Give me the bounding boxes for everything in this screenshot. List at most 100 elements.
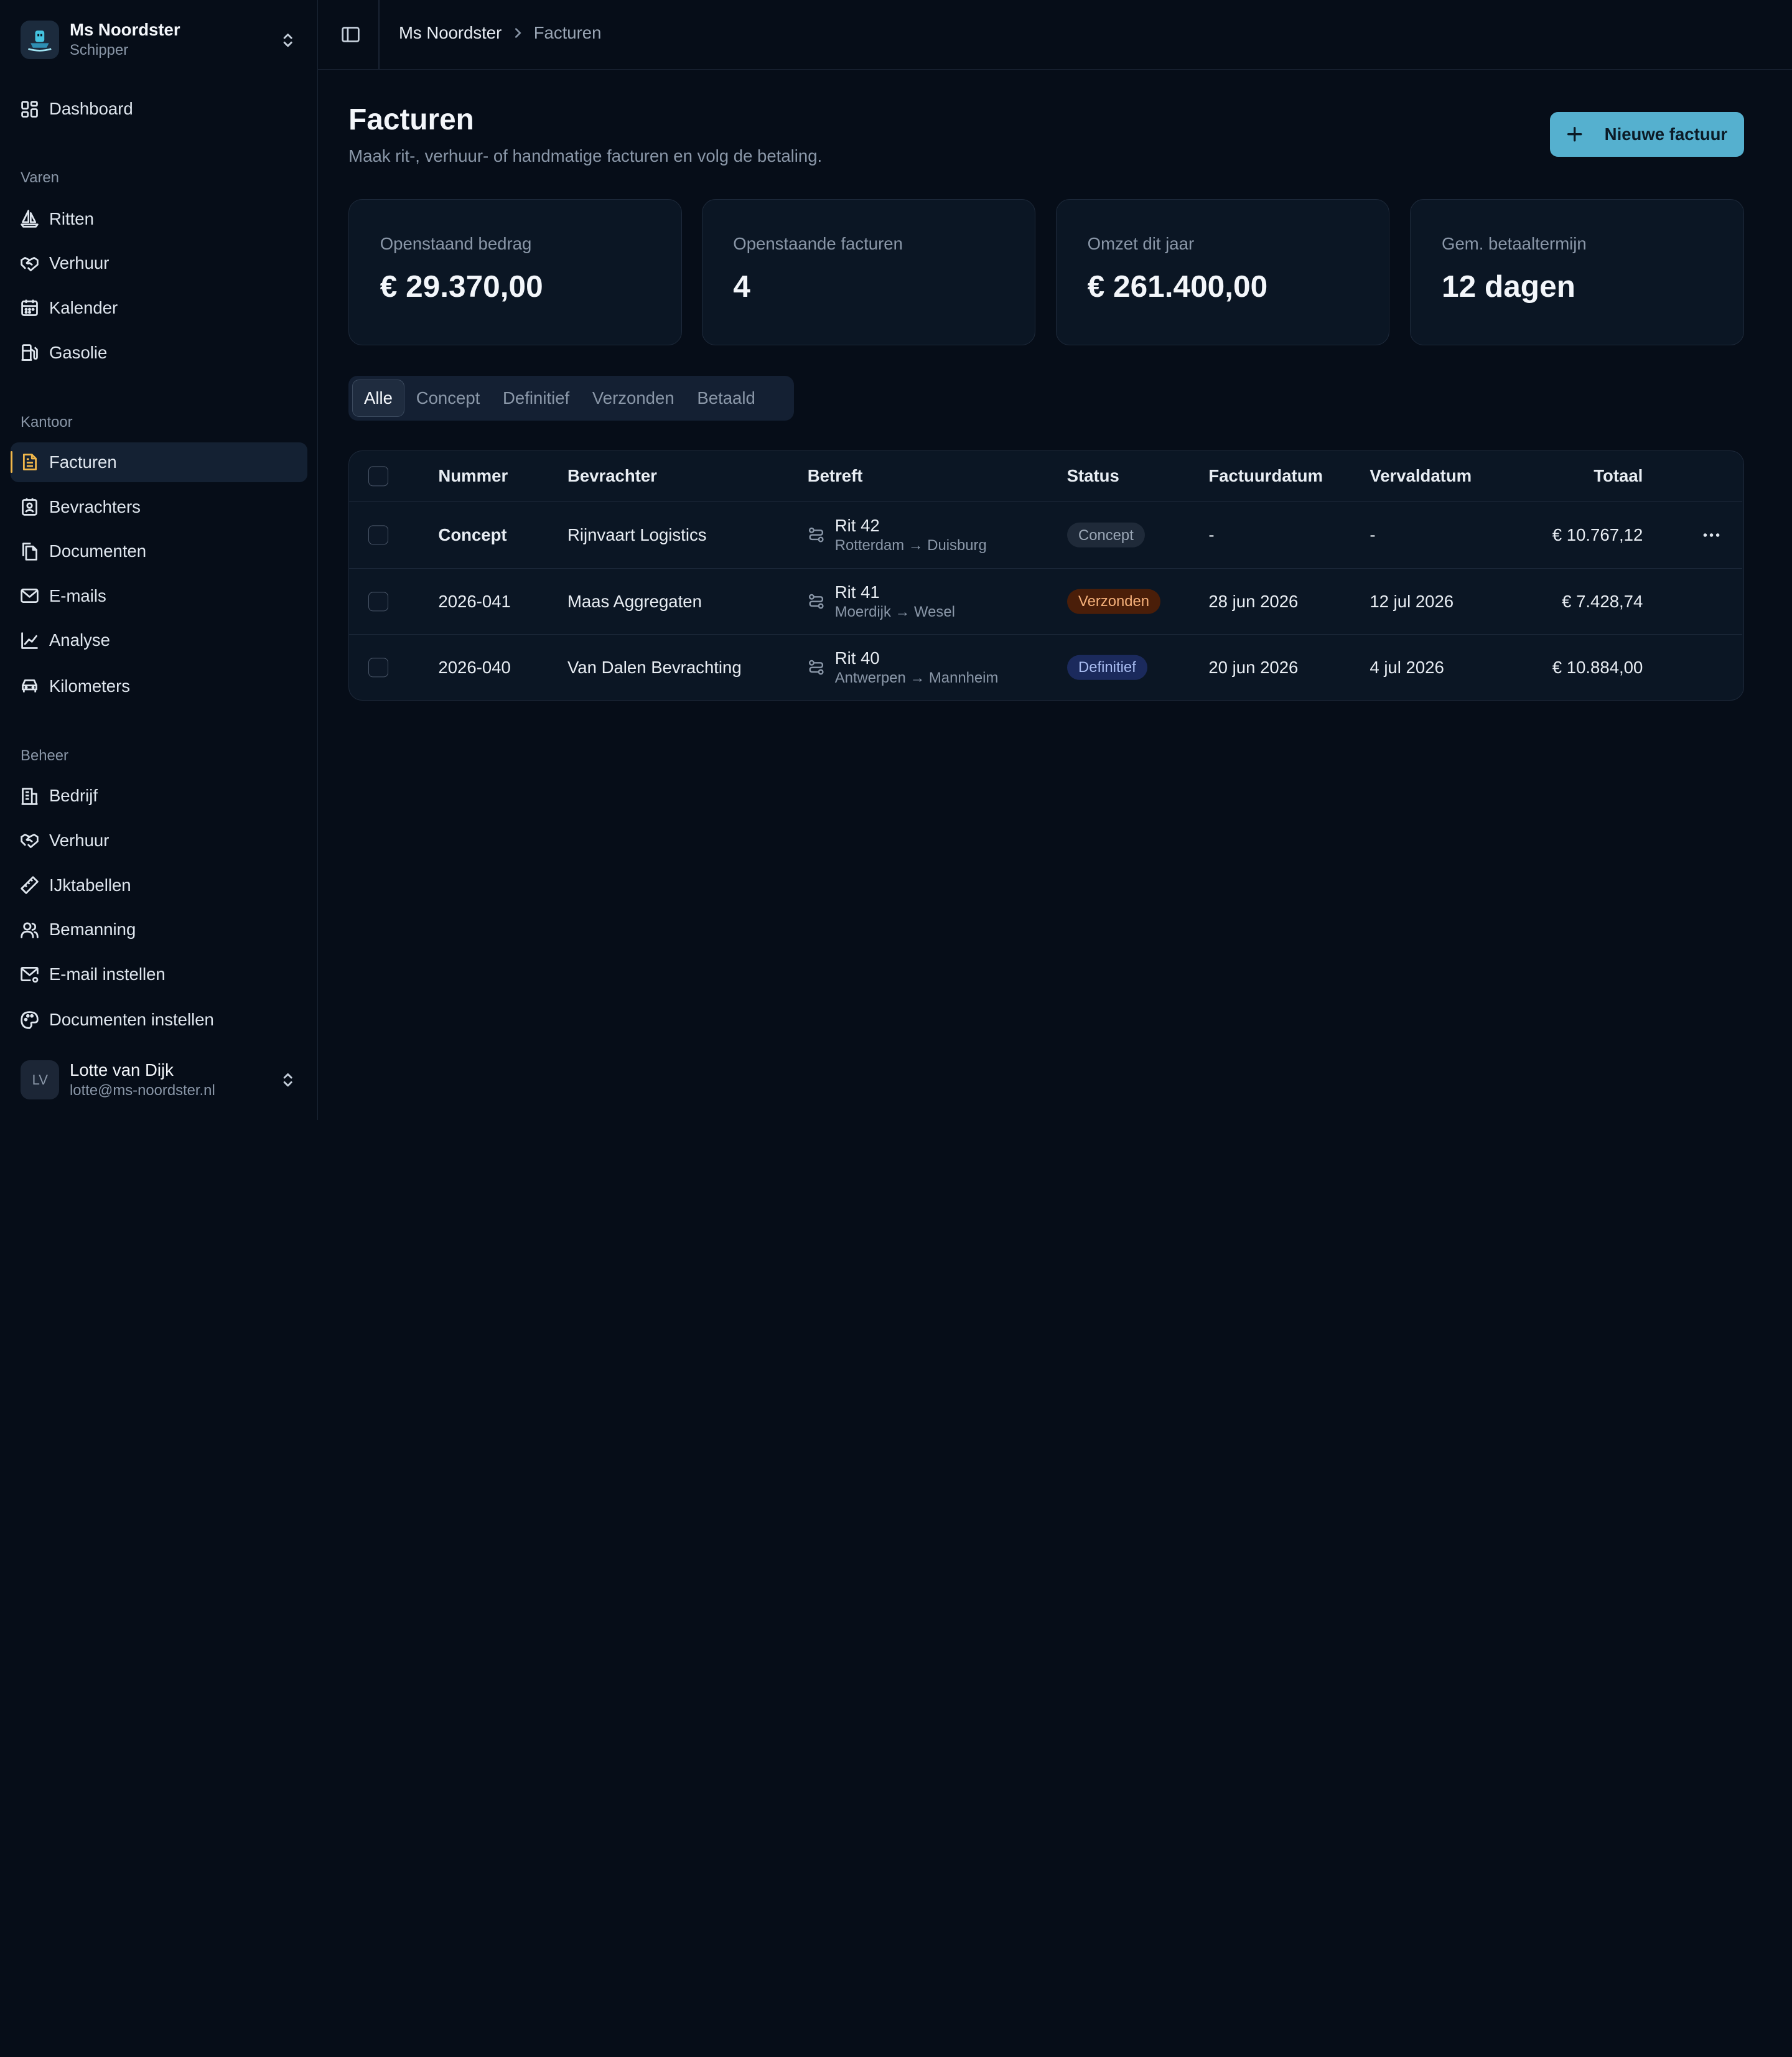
more-actions-icon[interactable] (1701, 525, 1722, 546)
sidebar-item-bedrijf[interactable]: Bedrijf (11, 776, 308, 816)
contact-card-icon (22, 498, 38, 516)
sidebar-item-label: Verhuur (49, 253, 110, 273)
sidebar-item-analyse[interactable]: Analyse (11, 620, 308, 660)
sidebar-item-label: Verhuur (49, 830, 110, 850)
row-checkbox[interactable] (368, 525, 388, 545)
documents-icon (22, 542, 38, 561)
bevrachter: Van Dalen Bevrachting (567, 657, 742, 677)
table-row[interactable]: 2026-041 Maas Aggregaten Rit 41 Moerdijk… (349, 569, 1743, 635)
palette-icon (21, 1011, 39, 1029)
sidebar-item-label: Bevrachters (49, 497, 141, 516)
sidebar-item-label: Dashboard (49, 99, 133, 119)
stat-value: 4 (733, 268, 750, 304)
stat-label: Openstaande facturen (733, 233, 903, 253)
table-row[interactable]: Concept Rijnvaart Logistics Rit 42 Rotte… (349, 502, 1743, 569)
column-header[interactable]: Status (1067, 466, 1119, 486)
plus-icon (1567, 127, 1582, 142)
chevron-right-icon (515, 28, 521, 38)
sidebar-item-label: Kalender (49, 297, 118, 317)
bevrachter: Maas Aggregaten (567, 591, 702, 611)
sidebar-item-label: IJktabellen (49, 875, 131, 895)
page-subtitle: Maak rit-, verhuur- of handmatige factur… (348, 146, 823, 166)
sidebar-item-ritten[interactable]: Ritten (11, 199, 308, 239)
breadcrumb: Ms Noordster Facturen (399, 23, 601, 43)
rit-label: Rit 41 (834, 582, 880, 602)
sidebar-item-label: Ritten (49, 208, 94, 228)
calendar-icon (21, 300, 39, 317)
mail-settings-icon (21, 967, 39, 983)
handshake-icon (21, 834, 39, 849)
section-label-varen: Varen (21, 169, 59, 186)
totaal: € 10.767,12 (1552, 525, 1643, 545)
betreft: Rit 40 Antwerpen → Mannheim (808, 648, 999, 688)
sidebar-item-dashboard[interactable]: Dashboard (11, 89, 308, 129)
column-header[interactable]: Factuurdatum (1208, 466, 1323, 486)
select-all-checkbox[interactable] (368, 466, 388, 487)
sidebar-item-email-instellen[interactable]: E-mail instellen (11, 954, 308, 994)
row-checkbox[interactable] (368, 658, 388, 678)
sidebar-item-gasolie[interactable]: Gasolie (11, 332, 308, 372)
avatar: LV (21, 1060, 60, 1099)
sidebar-item-documenten-instellen[interactable]: Documenten instellen (11, 1000, 308, 1040)
workspace-role: Schipper (70, 42, 129, 59)
breadcrumb-root[interactable]: Ms Noordster (399, 23, 502, 43)
sidebar-item-kalender[interactable]: Kalender (11, 288, 308, 328)
tab-alle[interactable]: Alle (352, 379, 405, 417)
sidebar-item-kilometers[interactable]: Kilometers (11, 666, 308, 706)
stat-label: Omzet dit jaar (1087, 233, 1195, 253)
column-header[interactable]: Betreft (808, 466, 863, 486)
table-header: Nummer Bevrachter Betreft Status Factuur… (349, 451, 1743, 503)
workspace-switcher[interactable]: Ms Noordster Schipper (21, 18, 304, 62)
column-header[interactable]: Vervaldatum (1370, 466, 1472, 486)
tab-verzonden[interactable]: Verzonden (581, 380, 686, 417)
sidebar-item-bevrachters[interactable]: Bevrachters (11, 487, 308, 526)
sidebar-item-label: Bemanning (49, 920, 136, 940)
new-invoice-button[interactable]: Nieuwe factuur (1549, 111, 1744, 157)
chevron-up-down-icon (283, 33, 292, 47)
line-chart-icon (21, 632, 39, 649)
stat-value: € 29.370,00 (380, 268, 543, 304)
sidebar-item-bemanning[interactable]: Bemanning (11, 910, 308, 949)
stat-card-betaaltermijn: Gem. betaaltermijn 12 dagen (1410, 198, 1744, 345)
factuurdatum: 28 jun 2026 (1208, 591, 1299, 611)
sidebar-item-emails[interactable]: E-mails (11, 576, 308, 616)
tab-betaald[interactable]: Betaald (686, 380, 767, 417)
rit-label: Rit 42 (834, 515, 880, 535)
route-label: Antwerpen → Mannheim (834, 669, 999, 686)
column-header[interactable]: Totaal (1594, 466, 1643, 486)
sidebar-item-label: Gasolie (49, 342, 108, 362)
tab-concept[interactable]: Concept (404, 380, 491, 417)
vervaldatum: - (1370, 525, 1376, 545)
stat-value: 12 dagen (1442, 268, 1575, 304)
status-cell: Verzonden (1066, 589, 1161, 614)
sidebar-item-documenten[interactable]: Documenten (11, 531, 308, 571)
tab-definitief[interactable]: Definitief (492, 380, 581, 417)
invoices-table: Nummer Bevrachter Betreft Status Factuur… (348, 450, 1744, 701)
page-title: Facturen (348, 103, 474, 137)
status-badge: Verzonden (1066, 589, 1161, 614)
main-content: Ms Noordster Facturen Facturen Maak rit-… (317, 0, 1792, 1120)
fuel-pump-icon (21, 344, 39, 361)
row-checkbox[interactable] (368, 591, 388, 612)
route-icon (808, 660, 824, 675)
sidebar-item-verhuur-beheer[interactable]: Verhuur (11, 821, 308, 861)
sidebar-item-facturen[interactable]: Facturen (10, 442, 308, 483)
status-badge: Definitief (1066, 655, 1148, 680)
sidebar-item-verhuur[interactable]: Verhuur (11, 243, 308, 283)
sidebar-item-ijktabellen[interactable]: IJktabellen (11, 865, 308, 905)
ship-logo-icon (21, 21, 60, 60)
handshake-icon (21, 256, 39, 271)
column-header[interactable]: Bevrachter (567, 466, 657, 486)
sidebar-item-label: Kilometers (49, 676, 131, 696)
table-row[interactable]: 2026-040 Van Dalen Bevrachting Rit 40 An… (349, 635, 1742, 700)
stat-label: Openstaand bedrag (380, 233, 532, 253)
invoice-icon (23, 454, 37, 471)
factuurdatum: - (1208, 525, 1215, 545)
divider (378, 0, 380, 70)
betreft: Rit 42 Rotterdam → Duisburg (808, 515, 987, 555)
car-icon (22, 679, 38, 693)
status-cell: Definitief (1066, 655, 1148, 680)
sidebar-toggle-icon[interactable] (340, 24, 361, 45)
user-menu[interactable]: LV Lotte van Dijk lotte@ms-noordster.nl (21, 1058, 304, 1102)
column-header[interactable]: Nummer (438, 466, 508, 486)
